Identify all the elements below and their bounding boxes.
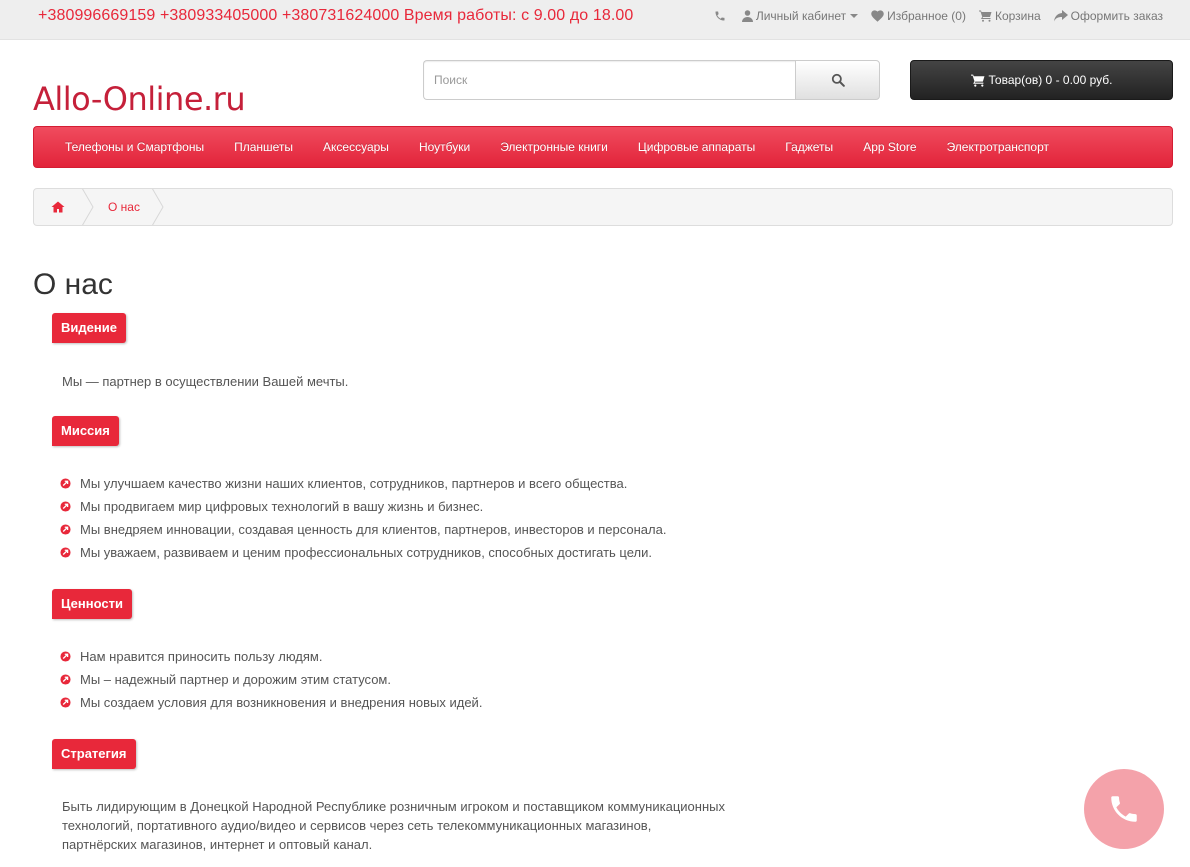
- search-input[interactable]: [423, 60, 796, 100]
- breadcrumb-current[interactable]: О нас: [94, 189, 152, 225]
- menu-item-ebooks[interactable]: Электронные книги: [485, 140, 623, 154]
- mission-item-text: Мы уважаем, развиваем и ценим профессион…: [80, 545, 652, 560]
- mission-item-text: Мы продвигаем мир цифровых технологий в …: [80, 499, 484, 514]
- chevron-down-icon: [850, 14, 859, 18]
- values-list: Нам нравится приносить пользу людям. Мы …: [60, 645, 482, 714]
- cart-summary-label: Товар(ов) 0 - 0.00 руб.: [988, 73, 1113, 87]
- main-menu: Телефоны и Смартфоны Планшеты Аксессуары…: [33, 126, 1173, 168]
- breadcrumb-separator: [82, 189, 94, 225]
- checkout-label: Оформить заказ: [1070, 9, 1163, 23]
- top-links: Личный кабинет Избранное (0) Корзина Офо…: [701, 9, 1163, 23]
- menu-item-app-store[interactable]: App Store: [848, 140, 931, 154]
- search-bar: [423, 60, 880, 100]
- phone-icon: [715, 11, 725, 21]
- heart-icon: [871, 10, 884, 22]
- breadcrumb-home[interactable]: [34, 189, 82, 225]
- list-item: Мы – надежный партнер и дорожим этим ста…: [60, 668, 482, 691]
- values-item-text: Мы – надежный партнер и дорожим этим ста…: [80, 672, 391, 687]
- user-icon: [741, 10, 753, 22]
- strategy-line: партнёрских магазинов, интернет и оптовы…: [62, 837, 373, 852]
- section-label-values: Ценности: [52, 589, 132, 619]
- circle-arrow-icon: [60, 697, 71, 708]
- menu-item-electric-transport[interactable]: Электротранспорт: [932, 140, 1064, 154]
- cart-summary-button[interactable]: Товар(ов) 0 - 0.00 руб.: [910, 60, 1173, 100]
- breadcrumb-separator: [151, 189, 164, 225]
- search-button[interactable]: [795, 60, 880, 100]
- menu-item-phones[interactable]: Телефоны и Смартфоны: [50, 140, 219, 154]
- strategy-line: Быть лидирующим в Донецкой Народной Респ…: [62, 799, 725, 814]
- strategy-line: технологий, портативного аудио/видео и с…: [62, 818, 652, 833]
- top-bar: +380996669159 +380933405000 +38073162400…: [0, 0, 1190, 40]
- share-icon: [1053, 10, 1068, 22]
- search-icon: [831, 73, 845, 87]
- cart-link[interactable]: Корзина: [978, 9, 1041, 23]
- menu-item-tablets[interactable]: Планшеты: [219, 140, 308, 154]
- page-title: О нас: [33, 268, 113, 301]
- site-logo[interactable]: Allo-Online.ru: [33, 80, 246, 118]
- list-item: Мы продвигаем мир цифровых технологий в …: [60, 495, 666, 518]
- menu-item-gadgets[interactable]: Гаджеты: [770, 140, 848, 154]
- list-item: Нам нравится приносить пользу людям.: [60, 645, 482, 668]
- account-label: Личный кабинет: [755, 9, 847, 23]
- home-icon: [51, 201, 65, 213]
- shopping-cart-icon: [970, 74, 984, 87]
- circle-arrow-icon: [60, 674, 71, 685]
- circle-arrow-icon: [60, 501, 71, 512]
- section-label-mission: Миссия: [52, 416, 119, 446]
- wishlist-label: Избранное (0): [887, 9, 966, 23]
- callback-button[interactable]: [1084, 769, 1164, 849]
- checkout-link[interactable]: Оформить заказ: [1053, 9, 1163, 23]
- breadcrumb: О нас: [33, 188, 1173, 226]
- circle-arrow-icon: [60, 651, 71, 662]
- vision-text: Мы — партнер в осуществлении Вашей мечты…: [62, 374, 349, 389]
- wishlist-link[interactable]: Избранное (0): [871, 9, 966, 23]
- circle-arrow-icon: [60, 478, 71, 489]
- list-item: Мы внедряем инновации, создавая ценность…: [60, 518, 666, 541]
- cart-label: Корзина: [994, 9, 1041, 23]
- mission-item-text: Мы улучшаем качество жизни наших клиенто…: [80, 476, 628, 491]
- menu-item-accessories[interactable]: Аксессуары: [308, 140, 404, 154]
- shopping-cart-icon: [978, 10, 992, 22]
- phone-link[interactable]: [714, 10, 729, 22]
- mission-list: Мы улучшаем качество жизни наших клиенто…: [60, 472, 666, 564]
- circle-arrow-icon: [60, 524, 71, 535]
- values-item-text: Мы создаем условия для возникновения и в…: [80, 695, 483, 710]
- list-item: Мы создаем условия для возникновения и в…: [60, 691, 482, 714]
- list-item: Мы улучшаем качество жизни наших клиенто…: [60, 472, 666, 495]
- mission-item-text: Мы внедряем инновации, создавая ценность…: [80, 522, 667, 537]
- menu-item-digital-devices[interactable]: Цифровые аппараты: [623, 140, 770, 154]
- list-item: Мы уважаем, развиваем и ценим профессион…: [60, 541, 666, 564]
- account-dropdown[interactable]: Личный кабинет: [741, 9, 859, 23]
- strategy-text: Быть лидирующим в Донецкой Народной Респ…: [62, 797, 725, 854]
- circle-arrow-icon: [60, 547, 71, 558]
- section-label-vision: Видение: [52, 313, 126, 343]
- menu-item-laptops[interactable]: Ноутбуки: [404, 140, 485, 154]
- phone-handset-icon: [1111, 796, 1137, 822]
- contact-phones: +380996669159 +380933405000 +38073162400…: [38, 7, 634, 24]
- values-item-text: Нам нравится приносить пользу людям.: [80, 649, 323, 664]
- section-label-strategy: Стратегия: [52, 739, 136, 769]
